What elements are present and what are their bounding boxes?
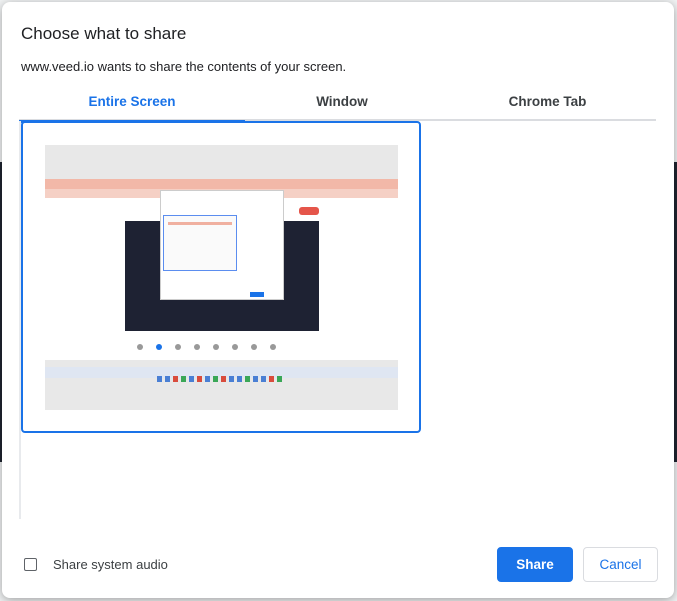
screen-thumbnail — [45, 145, 398, 410]
share-audio-label: Share system audio — [53, 557, 168, 572]
thumbnail-tab-strip — [45, 179, 398, 189]
thumbnail-icon-row — [137, 337, 307, 350]
share-audio-checkbox[interactable] — [24, 558, 37, 571]
tab-bar: Entire Screen Window Chrome Tab — [19, 90, 656, 123]
dialog-subtitle: www.veed.io wants to share the contents … — [21, 59, 347, 74]
thumbnail-dialog-preview — [163, 215, 237, 271]
tab-entire-screen[interactable]: Entire Screen — [19, 90, 245, 123]
thumbnail-taskbar-icons — [157, 369, 287, 382]
share-dialog: Choose what to share www.veed.io wants t… — [2, 2, 674, 598]
dialog-title: Choose what to share — [21, 24, 187, 43]
share-button[interactable]: Share — [497, 547, 573, 582]
cancel-button[interactable]: Cancel — [583, 547, 658, 582]
thumbnail-red-button — [299, 207, 319, 215]
tab-chrome-tab[interactable]: Chrome Tab — [439, 90, 656, 121]
tab-window[interactable]: Window — [229, 90, 455, 121]
thumbnail-dialog-button — [250, 292, 264, 297]
screen-thumbnail-card[interactable] — [21, 121, 421, 433]
